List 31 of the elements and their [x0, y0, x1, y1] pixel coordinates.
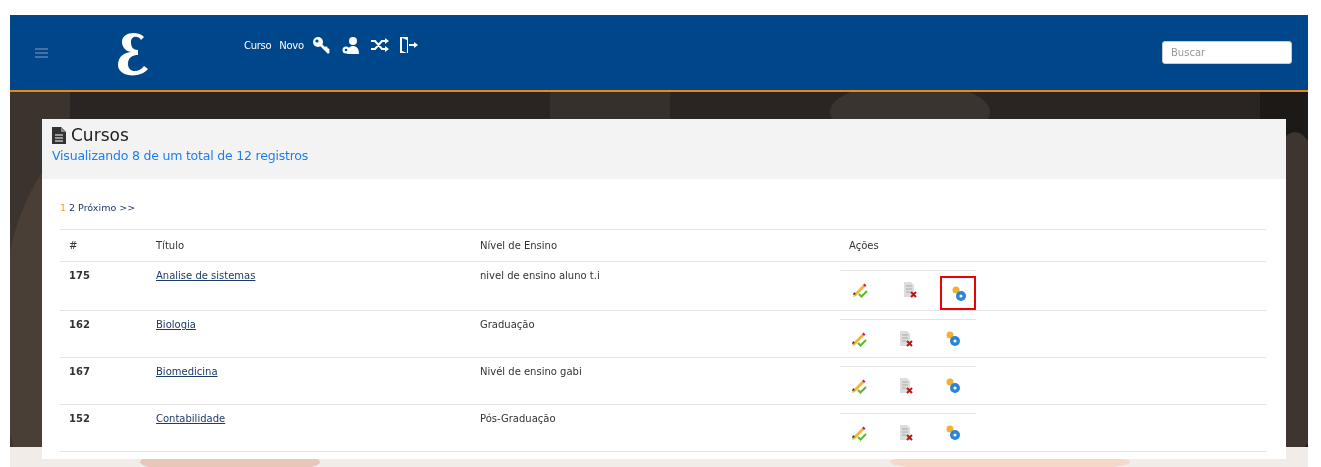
document-icon — [52, 126, 66, 144]
title-link[interactable]: Biomedicina — [156, 366, 218, 377]
column-header: Título — [156, 240, 185, 251]
exit-icon[interactable] — [398, 36, 419, 55]
table-cell: Nivél de ensino gabi — [480, 366, 582, 377]
title-link[interactable]: Contabilidade — [156, 413, 226, 424]
title-link[interactable]: Biologia — [156, 319, 196, 330]
column-header: Nível de Ensino — [480, 240, 558, 251]
document-delete-icon[interactable] — [897, 329, 914, 347]
table-cell: Pós-Graduação — [480, 413, 556, 424]
table-cell: 167 — [69, 366, 90, 377]
page-link[interactable]: 2 — [69, 202, 76, 213]
column-header: # — [69, 240, 78, 251]
card-title: Cursos — [71, 125, 129, 145]
table-cell: 162 — [69, 319, 90, 330]
page-link[interactable]: Próximo >> — [78, 202, 136, 213]
document-delete-icon[interactable] — [897, 423, 914, 441]
nav-link[interactable]: Curso — [244, 40, 272, 51]
search-field[interactable]: Buscar — [1162, 40, 1292, 64]
table-cell: 175 — [69, 270, 90, 281]
document-delete-icon[interactable] — [897, 376, 914, 394]
table-cell: nivel de ensino aluno t.i — [480, 270, 600, 281]
record-count: Visualizando 8 de um total de 12 registros — [52, 148, 310, 163]
title-link[interactable]: Analise de sistemas — [156, 270, 256, 281]
shuffle-icon[interactable] — [369, 36, 390, 55]
table-cell: Graduação — [480, 319, 535, 330]
key-icon[interactable] — [311, 36, 332, 55]
table-cell: 152 — [69, 413, 90, 424]
column-header: Ações — [849, 240, 879, 251]
nav-link[interactable]: Novo — [279, 40, 304, 51]
user-gear-icon[interactable] — [340, 36, 361, 55]
